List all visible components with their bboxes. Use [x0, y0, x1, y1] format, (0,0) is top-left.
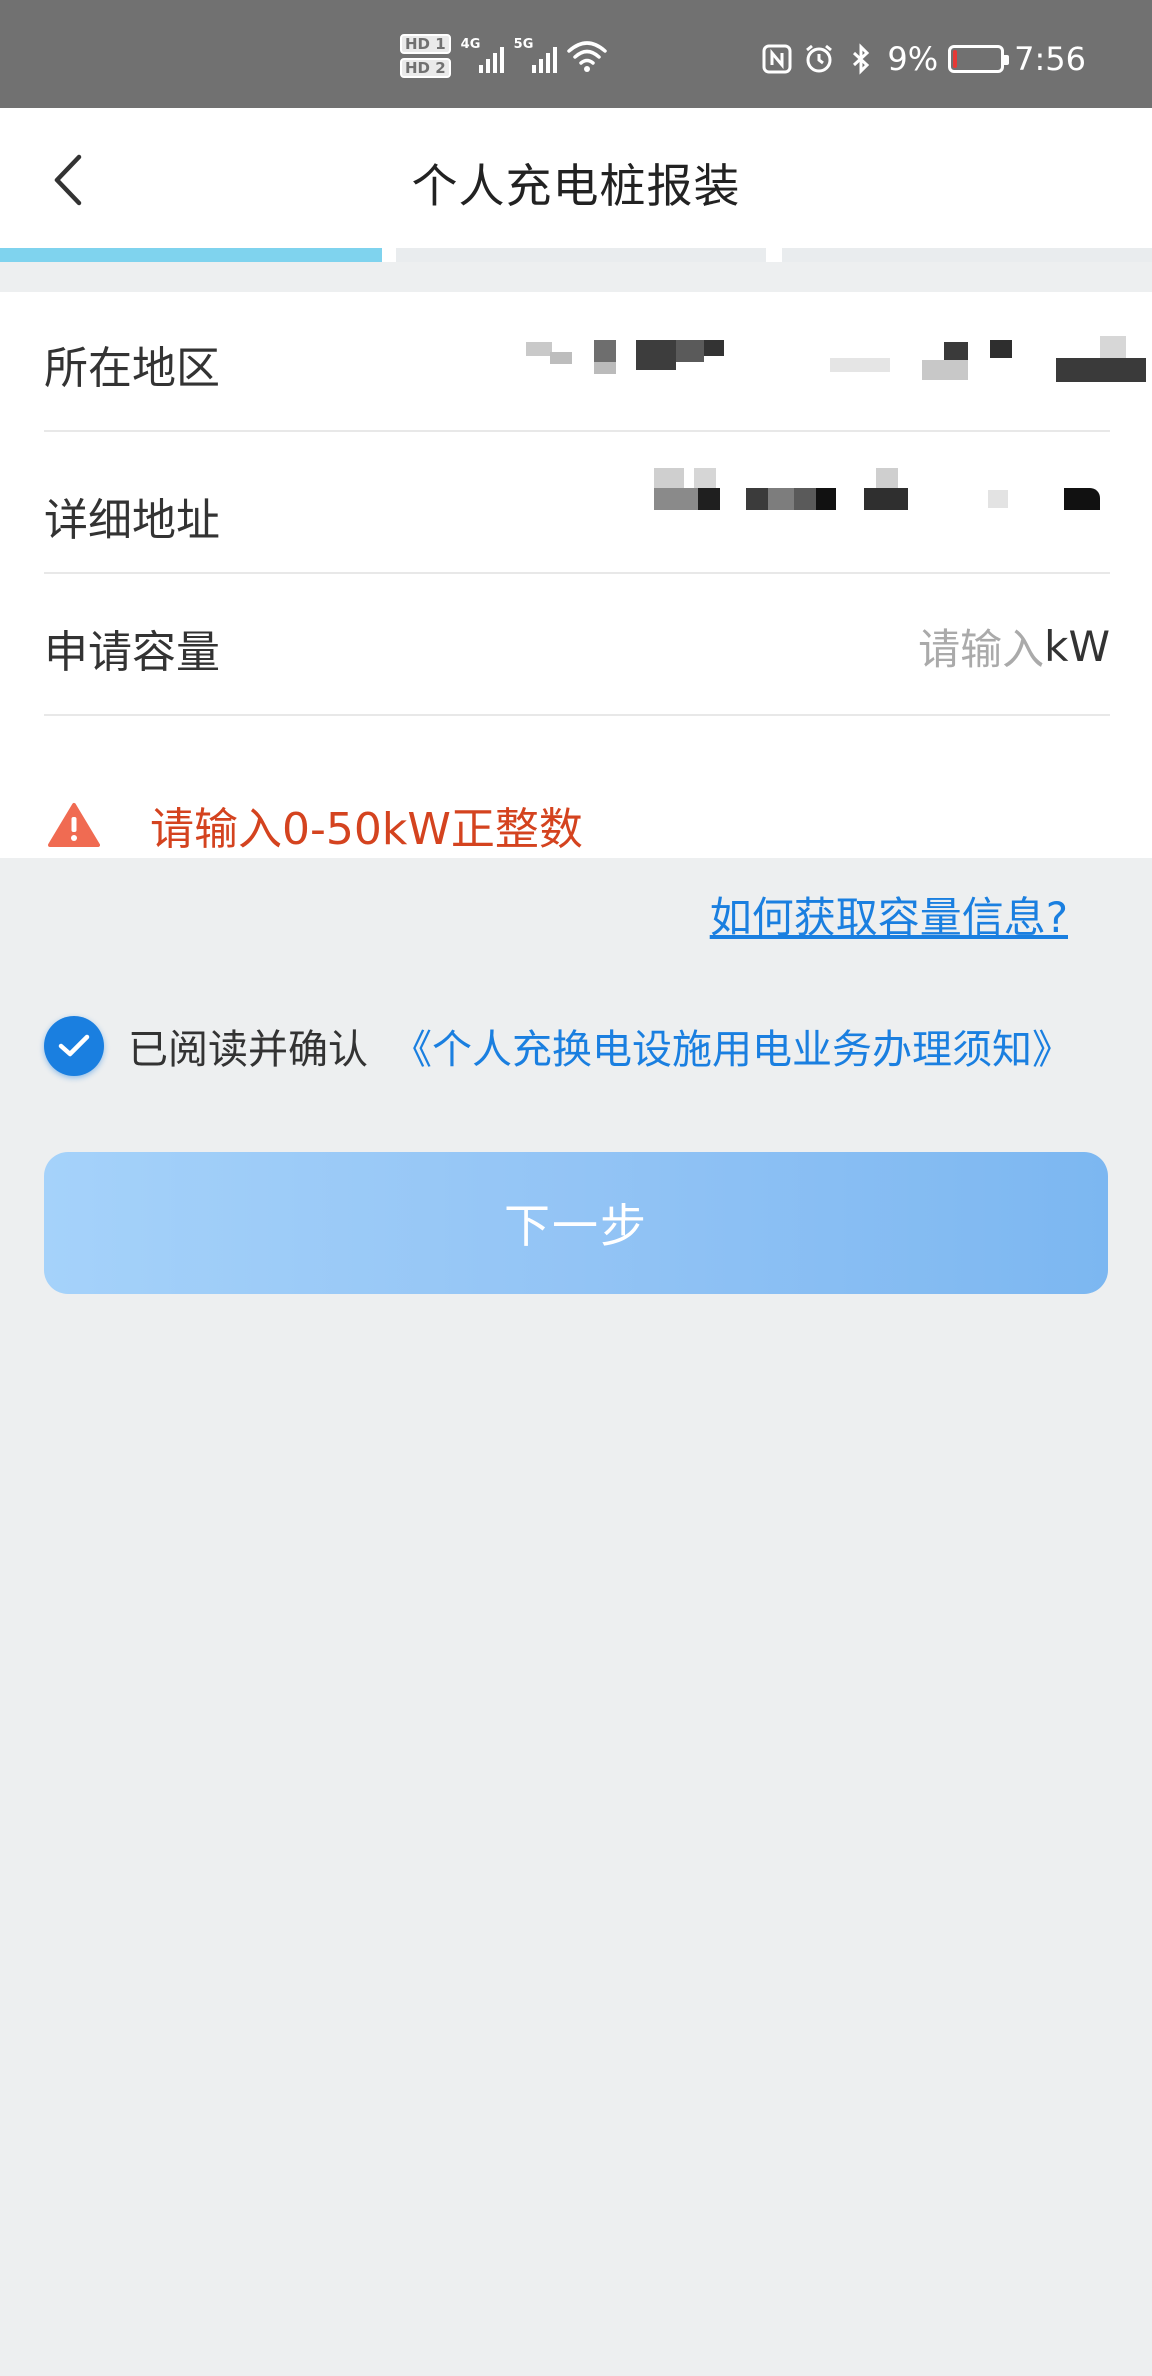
progress-step-3 [782, 248, 1152, 262]
check-icon [58, 1034, 90, 1057]
address-value-redacted [654, 468, 1110, 518]
agreement-prefix: 已阅读并确认 [128, 1027, 368, 1073]
status-left-cluster: HD 1 HD 2 4G 5G [400, 34, 607, 78]
battery-percent: 9% [887, 40, 939, 78]
app-header: 个人充电桩报装 [0, 108, 1152, 248]
agreement-notice-link[interactable]: 《个人充换电设施用电业务办理须知》 [392, 1017, 1072, 1075]
capacity-row[interactable]: 申请容量 请输入 kW [44, 574, 1110, 716]
warning-icon [48, 803, 100, 847]
capacity-error: 请输入0-50kW正整数 [48, 790, 583, 860]
capacity-unit: kW [1044, 622, 1110, 671]
hd-badges: HD 1 HD 2 [400, 34, 451, 78]
progress-step-1 [0, 248, 382, 262]
network-type-4g: 4G [460, 37, 481, 52]
page-title: 个人充电桩报装 [411, 159, 741, 213]
battery-level [953, 50, 958, 68]
agreement-checkbox[interactable] [44, 1016, 104, 1076]
progress-step-2 [396, 248, 766, 262]
capacity-field[interactable]: 请输入 kW [918, 616, 1110, 677]
region-row[interactable]: 所在地区 [44, 292, 1146, 432]
hd2-badge: HD 2 [400, 58, 451, 78]
clock: 7:56 [1014, 40, 1086, 78]
agreement-row: 已阅读并确认 《个人充换电设施用电业务办理须知》 [44, 1016, 1072, 1076]
wifi-icon [566, 41, 607, 72]
next-step-button[interactable]: 下一步 [44, 1152, 1108, 1294]
battery-icon [948, 45, 1010, 73]
nfc-icon [762, 44, 792, 74]
capacity-input-placeholder[interactable]: 请输入 [918, 616, 1044, 677]
error-message: 请输入0-50kW正整数 [150, 804, 583, 855]
address-label: 详细地址 [44, 495, 220, 546]
step-progress [0, 248, 1152, 262]
capacity-label: 申请容量 [44, 627, 220, 678]
network-type-5g: 5G [513, 37, 534, 52]
signal-5g-icon: 5G [513, 37, 557, 73]
alarm-icon [806, 44, 833, 73]
capacity-help-link[interactable]: 如何获取容量信息? [710, 884, 1068, 945]
form-card: 所在地区 详细地址 申请容量 请输入 kW 请输入0-50kW正整数 [0, 292, 1152, 858]
region-label: 所在地区 [44, 343, 220, 394]
status-right-cluster: 9% 7:56 [761, 40, 1086, 78]
address-row[interactable]: 详细地址 [44, 432, 1110, 574]
status-bar: HD 1 HD 2 4G 5G 9% 7:56 [0, 0, 1152, 108]
bluetooth-icon [853, 43, 870, 75]
hd1-badge: HD 1 [400, 34, 451, 54]
signal-4g-icon: 4G [460, 37, 504, 73]
region-value-redacted [480, 322, 1146, 392]
